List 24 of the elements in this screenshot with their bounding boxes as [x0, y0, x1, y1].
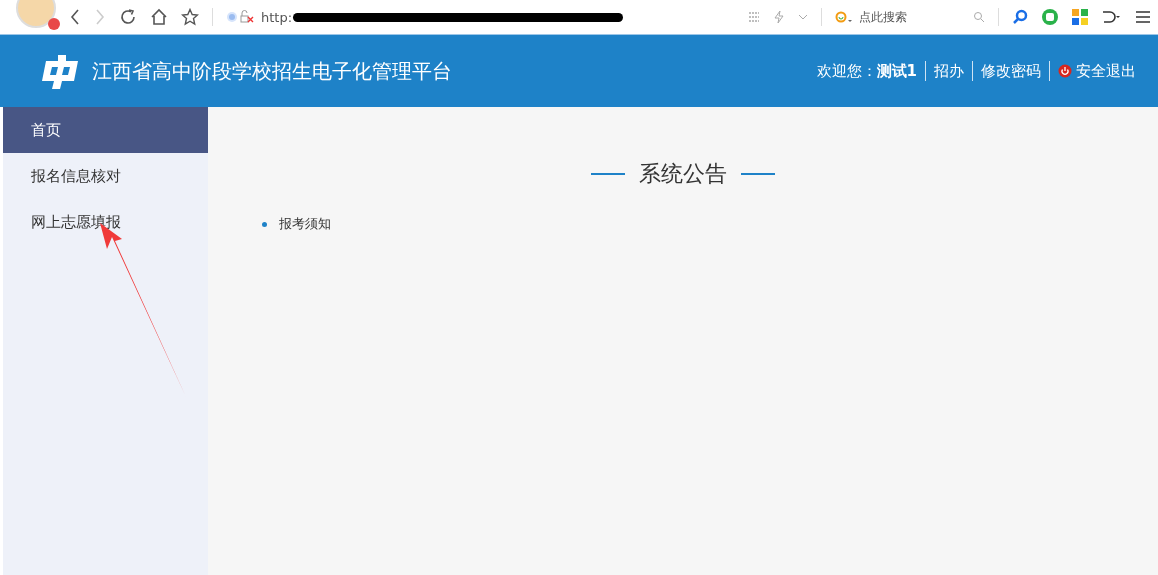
menu-icon[interactable]	[1136, 11, 1150, 23]
star-icon[interactable]	[181, 8, 199, 26]
notice-title: 系统公告	[639, 160, 727, 188]
power-icon	[1058, 64, 1072, 78]
lock-warning-icon	[226, 10, 256, 24]
apps-icon[interactable]	[1072, 9, 1088, 25]
back-icon[interactable]	[69, 9, 81, 25]
logout-link[interactable]: 安全退出	[1076, 61, 1136, 81]
site-title: 江西省高中阶段学校招生电子化管理平台	[92, 57, 452, 85]
bullet-icon	[262, 221, 267, 227]
home-icon[interactable]	[150, 8, 168, 26]
sidebar-item[interactable]: 首页	[3, 107, 208, 153]
url-text[interactable]: http:	[261, 9, 293, 25]
welcome-text: 欢迎您：测试1	[816, 61, 917, 81]
header-link[interactable]: 修改密码	[981, 61, 1041, 81]
sidebar-item[interactable]: 报名信息核对	[3, 153, 208, 199]
header-link[interactable]: 招办	[934, 61, 964, 81]
undo-icon[interactable]	[1101, 9, 1123, 25]
notice-link[interactable]: 报考须知	[279, 215, 331, 233]
magnifier-icon[interactable]	[1012, 9, 1028, 25]
search-engine-icon	[835, 10, 855, 24]
chat-icon[interactable]	[1041, 8, 1059, 26]
reload-icon[interactable]	[119, 8, 137, 26]
search-field[interactable]: 点此搜索	[835, 8, 985, 26]
